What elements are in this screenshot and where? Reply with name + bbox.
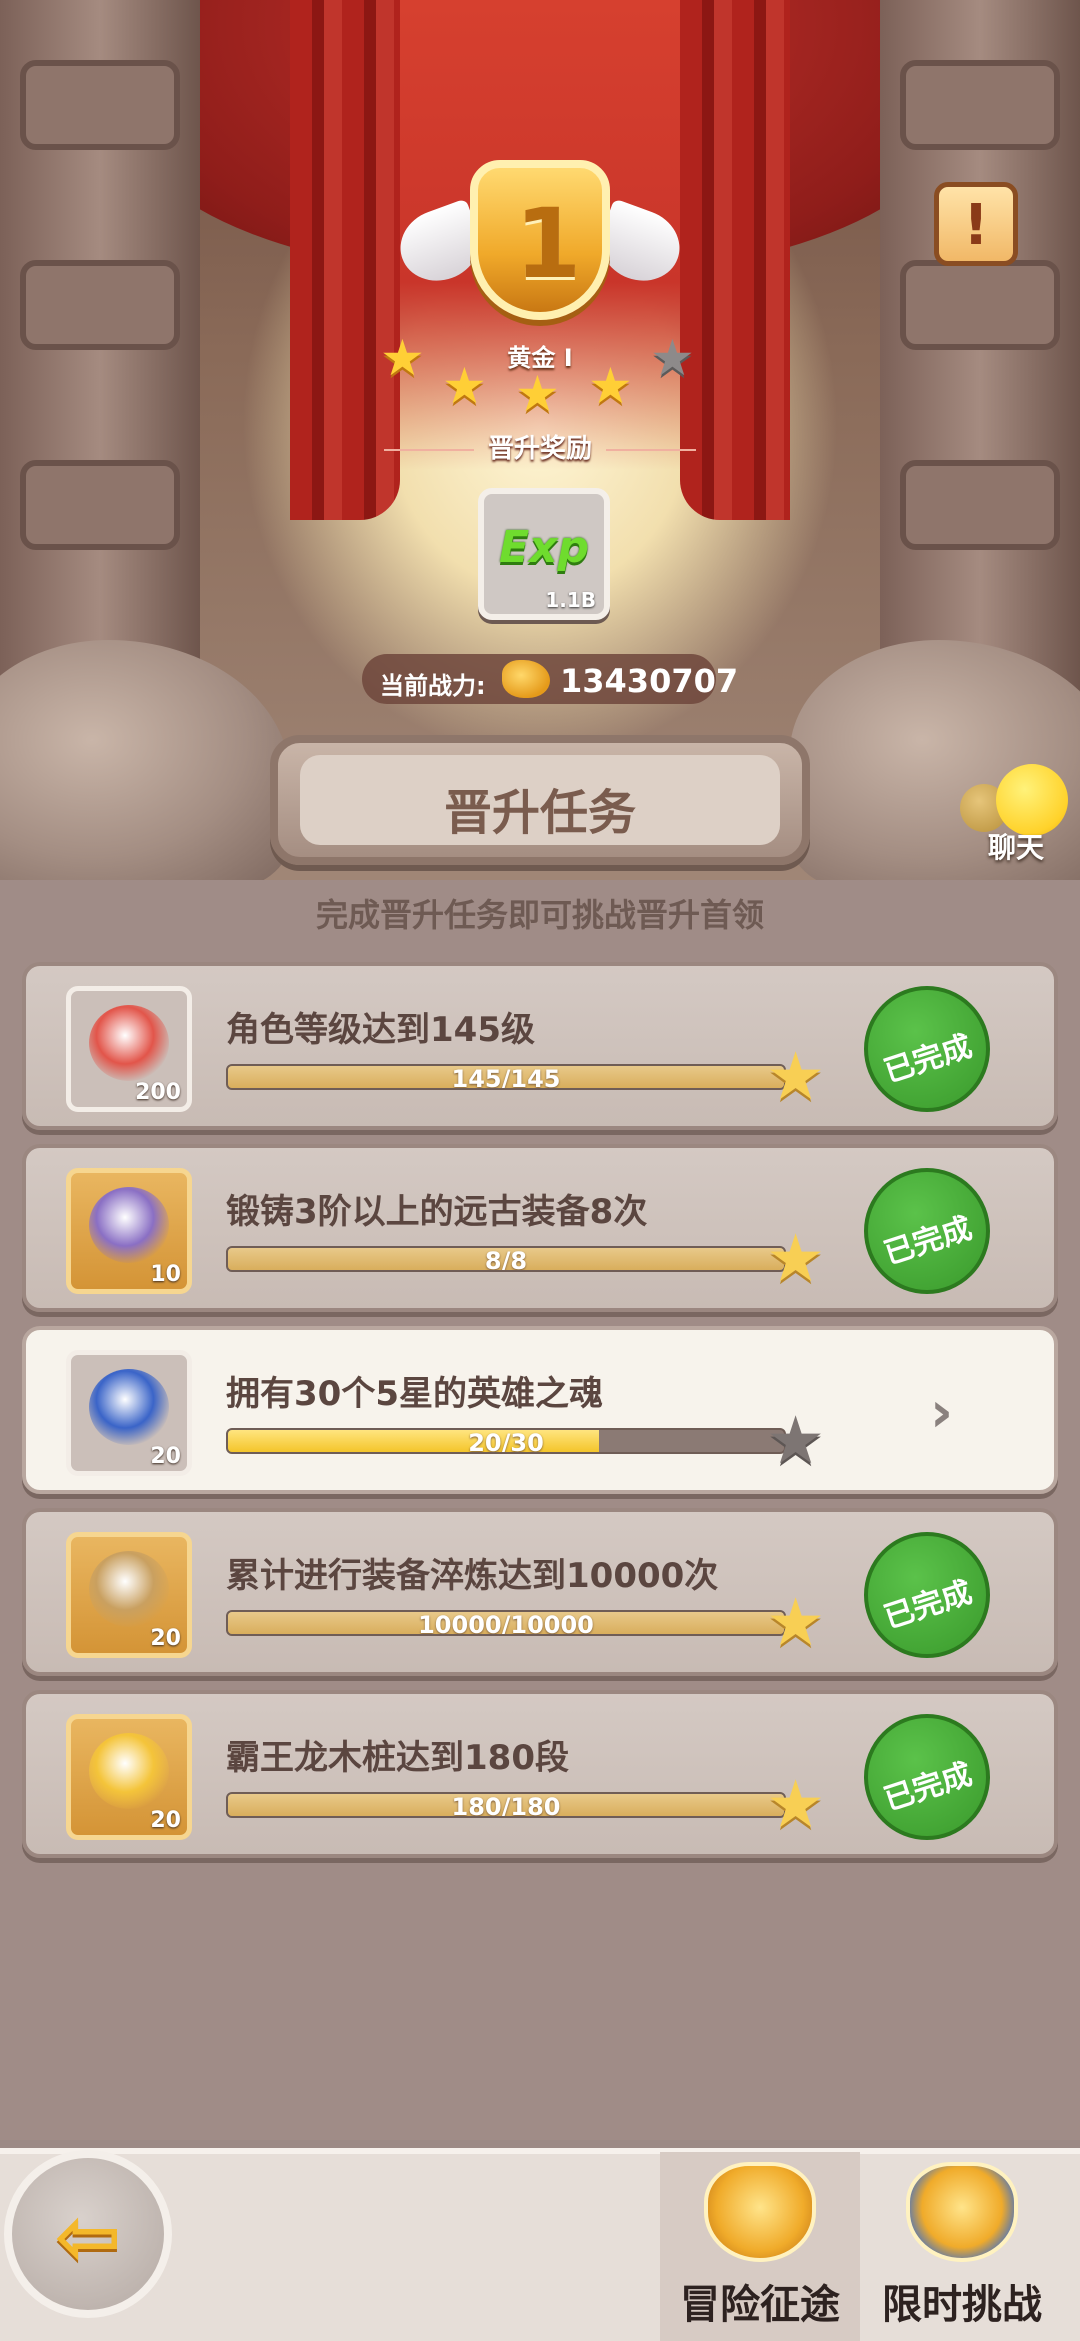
star-icon: ★ — [515, 365, 560, 423]
task-title: 角色等级达到145级 — [226, 1010, 535, 1050]
divider — [383, 448, 474, 451]
task-progress-bar: 20/30 — [226, 1428, 786, 1454]
power-value: 13430707 — [560, 662, 739, 700]
exp-icon: Exp — [499, 522, 589, 573]
challenge-badge-icon — [906, 2162, 1018, 2262]
task-row[interactable]: 200 角色等级达到145级 145/145 ★ 已完成 — [22, 962, 1058, 1130]
progress-text: 8/8 — [484, 1247, 528, 1272]
star-icon: ★ — [380, 329, 425, 387]
reward-count: 20 — [150, 1626, 181, 1651]
starfish-icon — [89, 1005, 169, 1081]
star-icon: ★ — [766, 1584, 826, 1661]
reward-item[interactable]: Exp 1.1B — [478, 488, 610, 620]
header-plaque: 晋升任务 — [270, 735, 810, 865]
tab-adventure[interactable]: 冒险征途 — [660, 2152, 860, 2341]
reward-count: 10 — [150, 1262, 181, 1287]
reward-amount: 1.1B — [545, 588, 596, 612]
page-title: 晋升任务 — [443, 785, 636, 841]
task-title: 霸王龙木桩达到180段 — [226, 1738, 569, 1778]
divider — [606, 448, 696, 451]
task-progress-bar: 10000/10000 — [226, 1610, 786, 1636]
task-reward-item[interactable]: 20 — [66, 1714, 192, 1840]
completed-stamp: 已完成 — [864, 1714, 990, 1840]
info-icon: ! — [963, 193, 989, 258]
combat-power: 当前战力: 13430707 — [362, 654, 738, 704]
task-row[interactable]: 20 累计进行装备淬炼达到10000次 10000/10000 ★ 已完成 — [22, 1508, 1058, 1676]
chat-button[interactable]: 聊天 — [956, 760, 1076, 870]
task-row[interactable]: 10 锻铸3阶以上的远古装备8次 8/8 ★ 已完成 — [22, 1144, 1058, 1312]
task-reward-item[interactable]: 10 — [66, 1168, 192, 1294]
rank-name: 黄金 I — [507, 344, 573, 372]
progress-text: 145/145 — [451, 1065, 561, 1090]
tab-adventure-label: 冒险征途 — [680, 2282, 840, 2328]
reward-count: 200 — [135, 1080, 181, 1105]
task-progress-bar: 145/145 — [226, 1064, 786, 1090]
star-empty-icon: ★ — [766, 1402, 826, 1479]
crystal-icon — [89, 1369, 169, 1445]
reward-section-label: 晋升奖励 — [487, 434, 592, 464]
chat-label: 聊天 — [987, 831, 1044, 864]
tab-challenge-label: 限时挑战 — [882, 2282, 1042, 2328]
tab-limited-challenge[interactable]: 限时挑战 — [862, 2152, 1062, 2341]
gold-idol-icon — [89, 1733, 169, 1809]
completed-label: 已完成 — [879, 1756, 977, 1818]
completed-stamp: 已完成 — [864, 1168, 990, 1294]
back-arrow-icon: ⇦ — [54, 2190, 122, 2283]
info-button[interactable]: ! — [934, 182, 1018, 266]
task-row[interactable]: 20 霸王龙木桩达到180段 180/180 ★ 已完成 — [22, 1690, 1058, 1858]
star-icon: ★ — [766, 1038, 826, 1115]
completed-stamp: 已完成 — [864, 1532, 990, 1658]
rank-badge: 1 — [390, 150, 690, 350]
task-progress-bar: 8/8 — [226, 1246, 786, 1272]
back-button[interactable]: ⇦ — [4, 2150, 172, 2318]
star-icon: ★ — [766, 1220, 826, 1297]
completed-label: 已完成 — [879, 1574, 977, 1636]
power-icon — [502, 660, 550, 698]
completed-label: 已完成 — [879, 1028, 977, 1090]
star-empty-icon: ★ — [650, 329, 695, 387]
task-reward-item[interactable]: 20 — [66, 1532, 192, 1658]
completed-stamp: 已完成 — [864, 986, 990, 1112]
panel-subtitle: 完成晋升任务即可挑战晋升首领 — [315, 896, 764, 934]
task-title: 累计进行装备淬炼达到10000次 — [226, 1556, 719, 1596]
reward-count: 20 — [150, 1444, 181, 1469]
progress-text: 180/180 — [451, 1793, 561, 1818]
rank-number: 1 — [514, 188, 582, 300]
star-icon: ★ — [766, 1766, 826, 1843]
task-reward-item[interactable]: 20 — [66, 1350, 192, 1476]
completed-label: 已完成 — [879, 1210, 977, 1272]
task-progress-bar: 180/180 — [226, 1792, 786, 1818]
task-row[interactable]: 20 拥有30个5星的英雄之魂 20/30 ★ › — [22, 1326, 1058, 1494]
rank-shield-icon: 1 — [470, 160, 610, 320]
reward-count: 20 — [150, 1808, 181, 1833]
task-title: 锻铸3阶以上的远古装备8次 — [226, 1192, 648, 1232]
statue-icon — [89, 1551, 169, 1627]
power-label: 当前战力: — [380, 672, 486, 700]
task-reward-item[interactable]: 200 — [66, 986, 192, 1112]
progress-text: 10000/10000 — [418, 1611, 594, 1636]
reward-section-title: 晋升奖励 — [340, 428, 740, 465]
progress-text: 20/30 — [468, 1429, 544, 1454]
bag-icon — [89, 1187, 169, 1263]
chevron-right-icon[interactable]: › — [930, 1380, 953, 1445]
task-title: 拥有30个5星的英雄之魂 — [226, 1374, 603, 1414]
adventure-badge-icon — [704, 2162, 816, 2262]
